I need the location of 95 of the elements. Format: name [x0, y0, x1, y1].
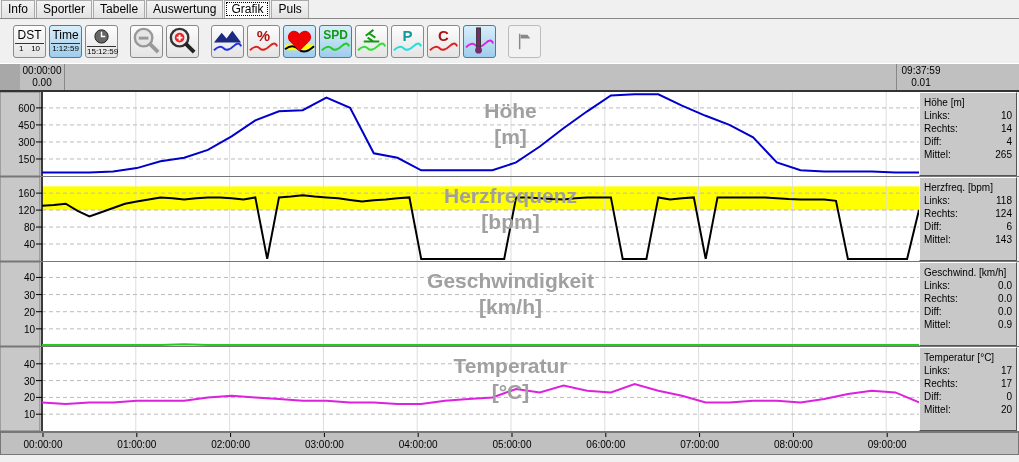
calories-button[interactable]: C: [427, 25, 460, 58]
flag-icon: [518, 33, 531, 50]
tab[interactable]: Puls: [271, 0, 309, 18]
runner-icon: [356, 28, 387, 52]
y-tick-label: 20: [23, 306, 35, 318]
stat-value: 10: [999, 109, 1012, 122]
y-tick-label: 160: [18, 188, 35, 200]
y-tick-label: 300: [18, 136, 35, 148]
stat-label: Rechts:: [924, 122, 959, 135]
stat-label: Diff:: [924, 305, 943, 318]
time-tick-label: 05:00:00: [492, 439, 532, 450]
time-tick-label: 00:00:00: [23, 439, 63, 450]
stat-label: Links:: [924, 109, 952, 122]
stat-label: Mittel:: [924, 318, 952, 331]
mountain-icon: [212, 30, 243, 52]
stat-value: 4: [1005, 135, 1012, 148]
stats-heading: Geschwind. [km/h]: [924, 266, 1008, 279]
y-tick-label: 40: [23, 272, 35, 284]
stat-label: Mittel:: [924, 403, 952, 416]
stat-value: 14: [999, 122, 1012, 135]
y-tick-label: 20: [23, 392, 35, 404]
stats-heading: Herzfreq. [bpm]: [924, 181, 994, 194]
heart-rate-button[interactable]: [283, 25, 316, 58]
stat-label: Diff:: [924, 390, 943, 403]
graph-icon: [320, 42, 351, 52]
time-tick-label: 01:00:00: [117, 439, 157, 450]
stats-heading: Temperatur [°C]: [924, 351, 996, 364]
time-tick-label: 02:00:00: [211, 439, 251, 450]
time-tick-label: 07:00:00: [680, 439, 720, 450]
chart-title: Geschwindigkeit [km/h]: [427, 269, 594, 318]
stat-value: 20: [1000, 403, 1012, 416]
y-tick-label: 80: [23, 222, 35, 234]
tab[interactable]: Grafik: [224, 0, 271, 18]
stat-value: 124: [995, 207, 1012, 220]
stat-label: Mittel:: [924, 148, 952, 161]
stat-value: 118: [995, 194, 1012, 207]
tab[interactable]: Sportler: [36, 0, 93, 18]
y-tick-label: 10: [23, 323, 35, 335]
stats-heading: Höhe [m]: [924, 96, 966, 109]
heart-icon: [284, 30, 315, 53]
stat-label: Rechts:: [924, 292, 959, 305]
stat-value: 6: [1005, 220, 1012, 233]
y-tick-label: 40: [23, 239, 35, 251]
y-tick-label: 600: [18, 102, 35, 114]
time-tick-label: 09:00:00: [867, 439, 907, 450]
stat-label: Rechts:: [924, 207, 959, 220]
stat-label: Rechts:: [924, 377, 959, 390]
y-tick-label: 450: [18, 119, 35, 131]
y-tick-label: 150: [18, 153, 35, 165]
graph-icon: [392, 42, 423, 52]
y-tick-label: 120: [18, 205, 35, 217]
stat-label: Mittel:: [924, 233, 952, 246]
stat-value: 143: [995, 233, 1012, 246]
stat-value: 0.9: [998, 318, 1012, 331]
temperature-button[interactable]: [463, 25, 496, 58]
time-tick-label: 03:00:00: [304, 439, 344, 450]
cadence-button[interactable]: [355, 25, 388, 58]
chart-title: Höhe [m]: [484, 99, 537, 148]
zoom-in-button[interactable]: [166, 25, 199, 58]
time-tick-label: 04:00:00: [398, 439, 438, 450]
stat-label: Diff:: [924, 220, 943, 233]
tab[interactable]: Auswertung: [146, 0, 224, 18]
ruler-corner: [0, 64, 20, 90]
stat-value: 265: [995, 148, 1012, 161]
clock-button[interactable]: 15:12:59: [85, 25, 118, 58]
y-tick-label: 30: [23, 289, 35, 301]
distance-button[interactable]: DST 1 10: [13, 25, 46, 58]
range-end-label: 09:37:59 0.01: [896, 64, 945, 90]
tab[interactable]: Tabelle: [93, 0, 146, 18]
altitude-button[interactable]: [211, 25, 244, 58]
stat-value: 0.0: [998, 305, 1012, 318]
stat-value: 0.0: [998, 279, 1012, 292]
y-tick-label: 40: [23, 358, 35, 370]
range-start-label: 00:00:00 0.00: [20, 64, 65, 90]
y-tick-label: 10: [23, 409, 35, 421]
percent-button[interactable]: %: [247, 25, 280, 58]
tab[interactable]: Info: [1, 0, 35, 18]
thermometer-icon: [464, 27, 495, 54]
stat-label: Diff:: [924, 135, 943, 148]
time-button[interactable]: Time 1:12:59: [49, 25, 82, 58]
stat-value: 0: [1005, 390, 1012, 403]
clock-icon: [94, 29, 109, 44]
graph-icon: [428, 42, 459, 52]
graph-icon: [248, 42, 279, 52]
y-tick-label: 30: [23, 375, 35, 387]
zoom-out-icon: [133, 27, 160, 54]
time-tick-label: 06:00:00: [586, 439, 626, 450]
stat-label: Links:: [924, 194, 952, 207]
stat-value: 17: [1000, 377, 1012, 390]
stat-value: 0.0: [998, 292, 1012, 305]
stat-label: Links:: [924, 364, 952, 377]
time-tick-label: 08:00:00: [773, 439, 813, 450]
stat-value: 17: [1000, 364, 1012, 377]
stat-label: Links:: [924, 279, 952, 292]
zoom-in-icon: [169, 27, 196, 54]
